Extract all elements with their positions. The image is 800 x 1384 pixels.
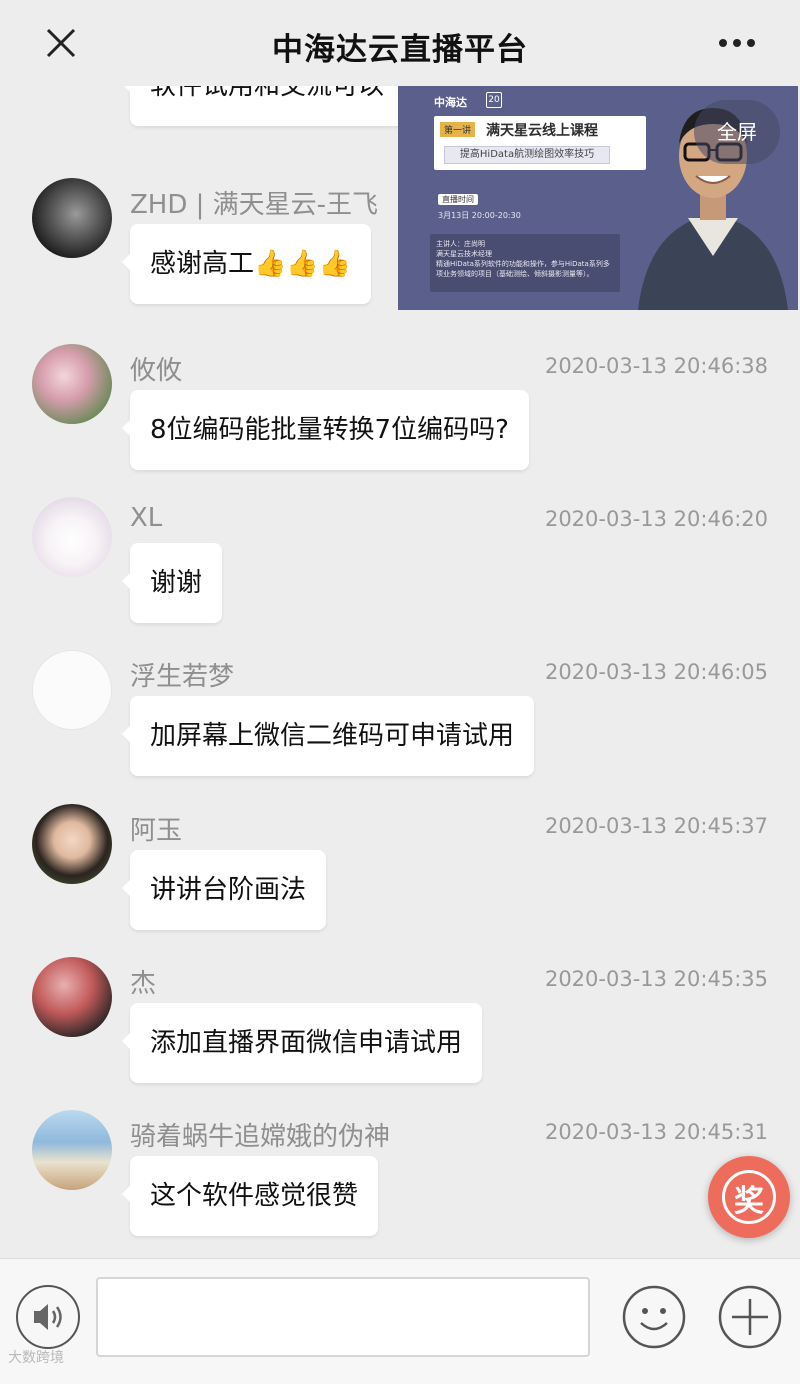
fullscreen-button[interactable]: 全屏 — [694, 100, 780, 164]
message-time: 2020-03-13 20:46:05 — [544, 660, 768, 684]
plus-icon[interactable] — [718, 1285, 782, 1349]
message-username: 杰 — [130, 969, 157, 999]
message-item: 骑着蜗牛追嫦娥的伪神 2020-03-13 20:45:31 这个软件感觉很赞 — [0, 1110, 800, 1258]
course-subtitle: 提高HiData航测绘图效率技巧 — [444, 146, 610, 164]
message-bubble: 加屏幕上微信二维码可申请试用 — [121, 696, 535, 776]
speaker-info: 主讲人：庄尚明 满天星云技术经理 精通HiData系列软件的功能和操作，参与Hi… — [430, 234, 620, 292]
message-time: 2020-03-13 20:46:38 — [544, 354, 768, 378]
message-username: 浮生若梦 — [130, 662, 235, 692]
message-item: 阿玉 2020-03-13 20:45:37 讲讲台阶画法 — [0, 804, 800, 958]
avatar[interactable] — [32, 178, 112, 258]
watermark: 大数跨境 — [8, 1350, 64, 1366]
message-bubble: 添加直播界面微信申请试用 — [121, 1003, 483, 1083]
bottom-input-bar: 大数跨境 — [0, 1258, 800, 1384]
reward-label: 奖 — [734, 1184, 764, 1219]
message-item: 浮生若梦 2020-03-13 20:46:05 加屏幕上微信二维码可申请试用 — [0, 650, 800, 804]
message-item: XL 2020-03-13 20:46:20 谢谢 — [0, 497, 800, 651]
avatar[interactable] — [32, 957, 112, 1037]
message-bubble: 这个软件感觉很赞 — [121, 1156, 379, 1236]
message-username: XL — [130, 503, 163, 533]
message-username: 阿玉 — [130, 816, 183, 846]
avatar[interactable] — [32, 497, 112, 577]
avatar[interactable] — [32, 650, 112, 730]
speaker-icon[interactable] — [16, 1285, 80, 1349]
live-time: 3月13日 20:00-20:30 — [438, 211, 521, 220]
message-username: 攸攸 — [130, 356, 183, 386]
message-time: 2020-03-13 20:45:31 — [544, 1120, 768, 1144]
avatar[interactable] — [32, 804, 112, 884]
message-username: 骑着蜗牛追嫦娥的伪神 — [130, 1122, 391, 1152]
message-item: 杰 2020-03-13 20:45:35 添加直播界面微信申请试用 — [0, 957, 800, 1111]
speaker-role: 满天星云技术经理 — [436, 250, 492, 258]
message-input[interactable] — [96, 1277, 590, 1357]
more-icon[interactable] — [718, 38, 756, 48]
smile-icon[interactable] — [622, 1285, 686, 1349]
message-bubble: 讲讲台阶画法 — [121, 850, 327, 930]
lecture-tag: 第一讲 — [440, 122, 476, 137]
course-card: 第一讲 满天星云线上课程 提高HiData航测绘图效率技巧 — [434, 116, 646, 170]
live-time-badge: 直播时间 — [438, 194, 478, 205]
message-item: 攸攸 2020-03-13 20:46:38 8位编码能批量转换7位编码吗? — [0, 344, 800, 498]
message-username: ZHD | 满天星云-王飞 — [130, 190, 379, 220]
title-bar: 中海达云直播平台 — [0, 0, 800, 86]
reward-button[interactable]: 奖 — [708, 1156, 790, 1238]
video-logo-badge: 20 — [486, 92, 502, 108]
message-bubble: 软件试用和交流可以 — [121, 86, 405, 126]
message-bubble: 谢谢 — [121, 543, 223, 623]
page-title: 中海达云直播平台 — [272, 32, 528, 68]
course-title: 满天星云线上课程 — [486, 123, 598, 139]
message-time: 2020-03-13 20:45:37 — [544, 814, 768, 838]
live-video-player[interactable]: 中海达 20 第一讲 满天星云线上课程 提高HiData航测绘图效率技巧 直播时… — [398, 86, 798, 310]
avatar[interactable] — [32, 344, 112, 424]
message-time: 2020-03-13 20:46:20 — [544, 507, 768, 531]
video-logo: 中海达 — [434, 96, 467, 109]
avatar[interactable] — [32, 1110, 112, 1190]
speaker-intro: 精通HiData系列软件的功能和操作，参与HiData系列多项业务领域的项目（基… — [436, 260, 610, 278]
message-time: 2020-03-13 20:45:35 — [544, 967, 768, 991]
message-bubble: 感谢高工👍👍👍 — [121, 224, 372, 304]
speaker-name: 主讲人：庄尚明 — [436, 240, 485, 248]
message-bubble: 8位编码能批量转换7位编码吗? — [122, 390, 529, 470]
